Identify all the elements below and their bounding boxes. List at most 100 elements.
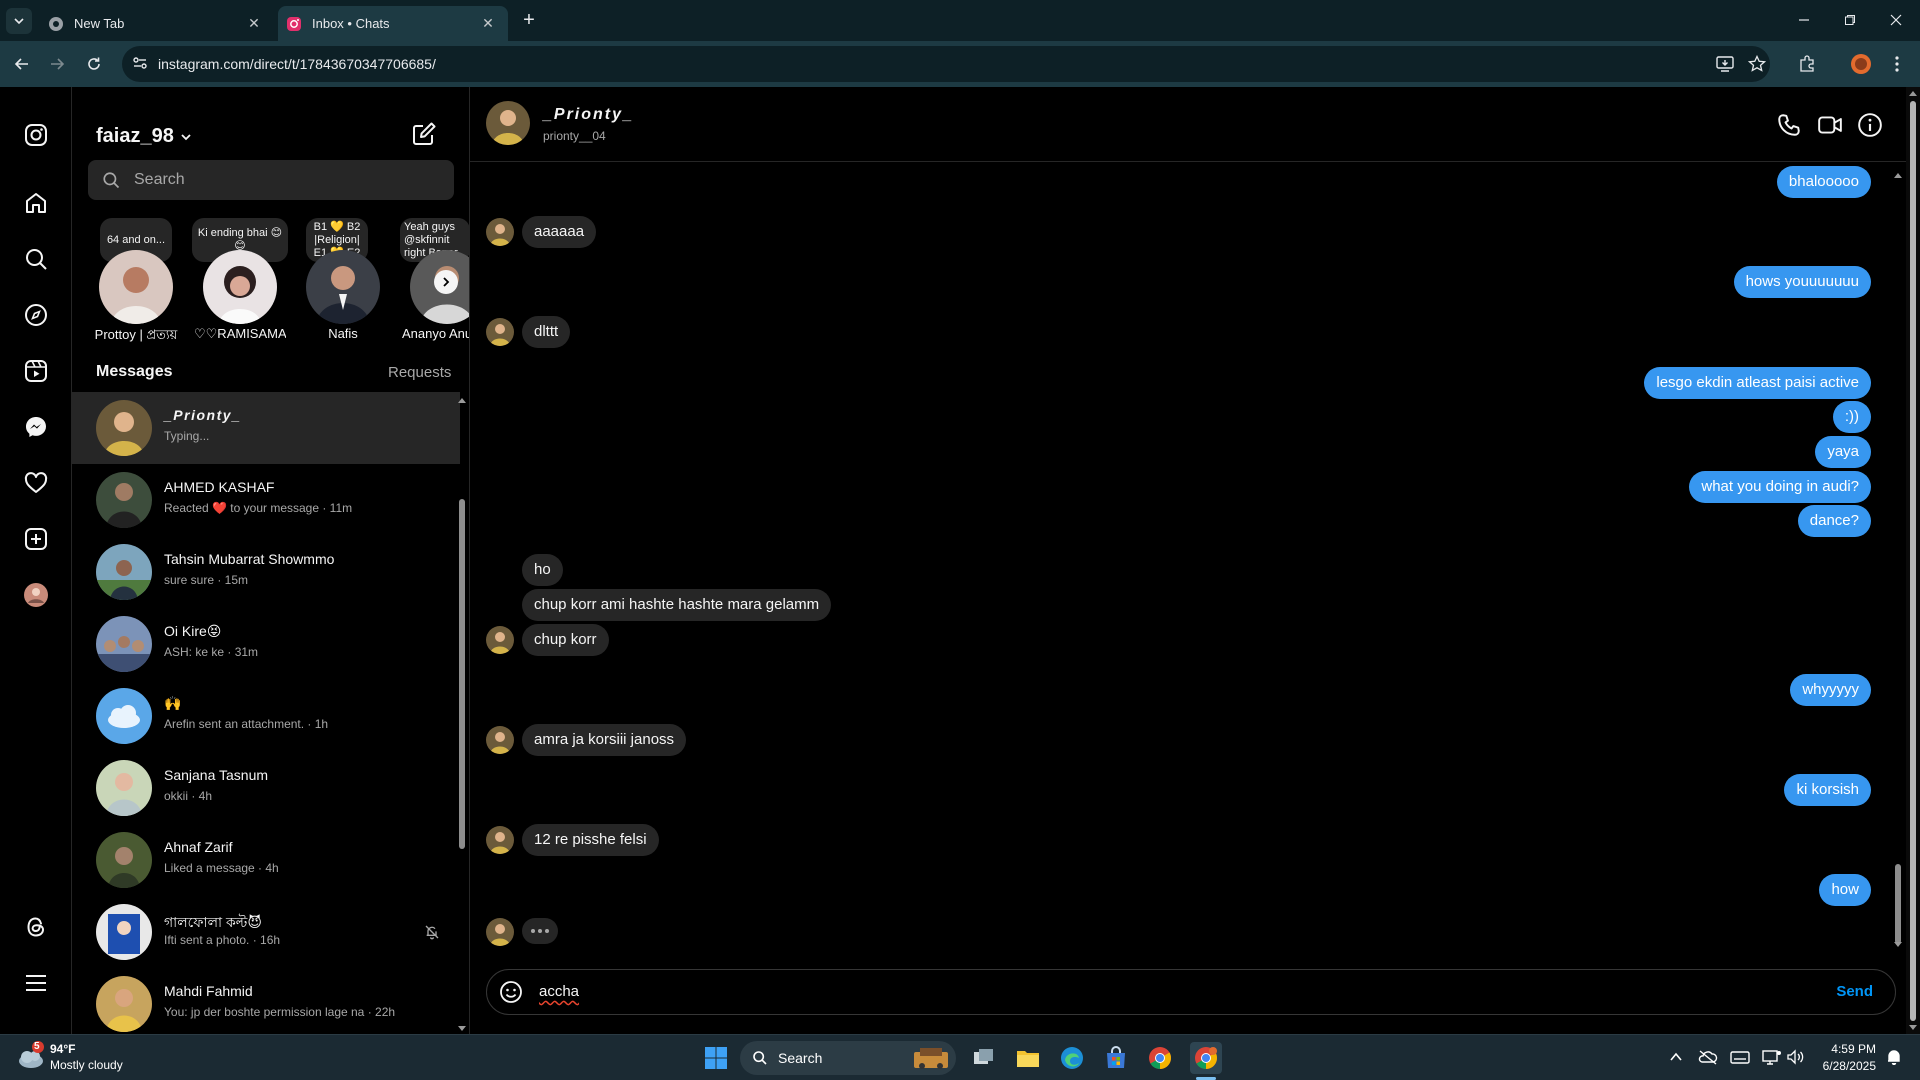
- chrome-active-button[interactable]: [1190, 1042, 1222, 1074]
- back-button[interactable]: [10, 52, 34, 76]
- nav-more[interactable]: [22, 969, 50, 997]
- browser-menu-button[interactable]: [1886, 53, 1908, 75]
- conversation-preview: okkii · 4h: [164, 789, 213, 803]
- notifications-button[interactable]: [1884, 1047, 1904, 1067]
- account-switcher[interactable]: faiaz_98: [96, 125, 192, 148]
- requests-link[interactable]: Requests: [388, 364, 451, 381]
- edge-button[interactable]: [1056, 1042, 1088, 1074]
- message-bubble-incoming[interactable]: chup korr: [522, 624, 609, 656]
- conversation-item[interactable]: Tahsin Mubarrat Showmmo sure sure · 15m: [72, 536, 460, 608]
- show-hidden-icons-button[interactable]: [1666, 1047, 1686, 1067]
- new-tab-button[interactable]: +: [518, 10, 540, 32]
- message-input[interactable]: accha: [539, 983, 579, 1000]
- nav-notifications[interactable]: [22, 469, 50, 497]
- sender-avatar[interactable]: [486, 626, 514, 654]
- message-composer[interactable]: accha Send: [486, 969, 1896, 1015]
- audio-call-button[interactable]: [1776, 112, 1802, 138]
- reload-button[interactable]: [82, 52, 106, 76]
- nav-search[interactable]: [22, 245, 50, 273]
- nav-messages[interactable]: [22, 413, 50, 441]
- restore-button[interactable]: [1830, 8, 1870, 32]
- nav-profile[interactable]: [22, 581, 50, 609]
- conversation-item[interactable]: AHMED KASHAF Reacted ❤️ to your message …: [72, 464, 460, 536]
- emoji-button[interactable]: [499, 980, 523, 1004]
- profile-button[interactable]: [1850, 53, 1872, 75]
- send-button[interactable]: Send: [1836, 983, 1873, 1000]
- start-button[interactable]: [700, 1042, 732, 1074]
- conversation-item[interactable]: 🙌 Arefin sent an attachment. · 1h: [72, 680, 460, 752]
- message-bubble-outgoing[interactable]: yaya: [1815, 436, 1871, 468]
- story-avatar[interactable]: [306, 250, 380, 324]
- tab-search-button[interactable]: [6, 8, 32, 34]
- sender-avatar[interactable]: [486, 726, 514, 754]
- inbox-scrollbar[interactable]: [456, 395, 468, 1034]
- system-clock[interactable]: 4:59 PM 6/28/2025: [1812, 1041, 1876, 1075]
- message-bubble-outgoing[interactable]: bhalooooo: [1776, 166, 1871, 198]
- chat-contact-name[interactable]: _Prionty_: [543, 106, 634, 124]
- keyboard-button[interactable]: [1730, 1047, 1750, 1067]
- sender-avatar[interactable]: [486, 318, 514, 346]
- close-window-button[interactable]: [1876, 8, 1916, 32]
- weather-widget[interactable]: [16, 1041, 46, 1071]
- conversation-item[interactable]: _Prionty_ Typing...: [72, 392, 460, 464]
- conversation-item[interactable]: Ahnaf Zarif Liked a message · 4h: [72, 824, 460, 896]
- story-avatar[interactable]: [99, 250, 173, 324]
- extensions-button[interactable]: [1796, 53, 1818, 75]
- message-bubble-incoming[interactable]: dlttt: [522, 316, 571, 348]
- video-call-button[interactable]: [1817, 112, 1843, 138]
- message-bubble-incoming[interactable]: 12 re pisshe felsi: [522, 824, 659, 856]
- site-info-icon[interactable]: [132, 55, 148, 71]
- message-bubble-incoming[interactable]: amra ja korsiii janoss: [522, 724, 687, 756]
- message-bubble-incoming[interactable]: aaaaaa: [522, 216, 597, 248]
- message-bubble-outgoing[interactable]: whyyyyy: [1790, 674, 1871, 706]
- message-bubble-incoming[interactable]: chup korr ami hashte hashte mara gelamm: [522, 589, 832, 621]
- message-bubble-outgoing[interactable]: ki korsish: [1784, 774, 1871, 806]
- message-bubble-outgoing[interactable]: how: [1819, 874, 1871, 906]
- chat-scrollbar[interactable]: [1892, 164, 1904, 952]
- minimize-button[interactable]: [1784, 8, 1824, 32]
- bookmark-button[interactable]: [1746, 53, 1768, 75]
- message-bubble-incoming[interactable]: ho: [522, 554, 563, 586]
- conversation-info-button[interactable]: [1857, 112, 1883, 138]
- close-tab-icon[interactable]: ✕: [244, 14, 264, 34]
- conversation-item[interactable]: Mahdi Fahmid You: jp der boshte permissi…: [72, 968, 460, 1034]
- taskbar-search[interactable]: Search: [740, 1041, 956, 1075]
- store-button[interactable]: [1100, 1042, 1132, 1074]
- nav-threads[interactable]: [22, 913, 50, 941]
- close-tab-icon[interactable]: ✕: [478, 14, 498, 34]
- story-avatar[interactable]: [203, 250, 277, 324]
- onedrive-button[interactable]: [1698, 1047, 1718, 1067]
- network-button[interactable]: [1762, 1047, 1782, 1067]
- nav-reels[interactable]: [22, 357, 50, 385]
- forward-button[interactable]: [45, 52, 69, 76]
- conversation-item[interactable]: গালফোলা কল্ট😈 Ifti sent a photo. · 16h: [72, 896, 460, 968]
- message-bubble-outgoing[interactable]: :)): [1832, 401, 1871, 433]
- nav-explore[interactable]: [22, 301, 50, 329]
- search-input[interactable]: Search: [88, 160, 454, 200]
- task-view-button[interactable]: [968, 1042, 1000, 1074]
- page-scrollbar[interactable]: [1906, 87, 1920, 1034]
- nav-home[interactable]: [22, 189, 50, 217]
- nav-create[interactable]: [22, 525, 50, 553]
- message-bubble-outgoing[interactable]: what you doing in audi?: [1689, 471, 1871, 503]
- address-bar[interactable]: instagram.com/direct/t/17843670347706685…: [122, 46, 1770, 82]
- message-bubble-outgoing[interactable]: dance?: [1797, 505, 1871, 537]
- sender-avatar[interactable]: [486, 918, 514, 946]
- volume-button[interactable]: [1786, 1047, 1806, 1067]
- conversation-item[interactable]: Sanjana Tasnum okkii · 4h: [72, 752, 460, 824]
- instagram-logo-button[interactable]: [22, 121, 50, 149]
- tab-new-tab[interactable]: New Tab ✕: [40, 6, 274, 41]
- file-explorer-button[interactable]: [1012, 1042, 1044, 1074]
- install-app-button[interactable]: [1714, 53, 1736, 75]
- new-message-button[interactable]: [412, 122, 436, 146]
- stories-next-button[interactable]: [434, 270, 458, 294]
- chrome-button[interactable]: [1144, 1042, 1176, 1074]
- conversation-item[interactable]: Oi Kire😝 ASH: ke ke · 31m: [72, 608, 460, 680]
- message-bubble-outgoing[interactable]: lesgo ekdin atleast paisi active: [1644, 367, 1871, 399]
- tab-inbox-chats[interactable]: Inbox • Chats ✕: [278, 6, 508, 41]
- sender-avatar[interactable]: [486, 218, 514, 246]
- chat-avatar[interactable]: [486, 101, 530, 145]
- weather-description: Mostly cloudy: [50, 1058, 123, 1072]
- message-bubble-outgoing[interactable]: hows youuuuuuu: [1733, 266, 1871, 298]
- sender-avatar[interactable]: [486, 826, 514, 854]
